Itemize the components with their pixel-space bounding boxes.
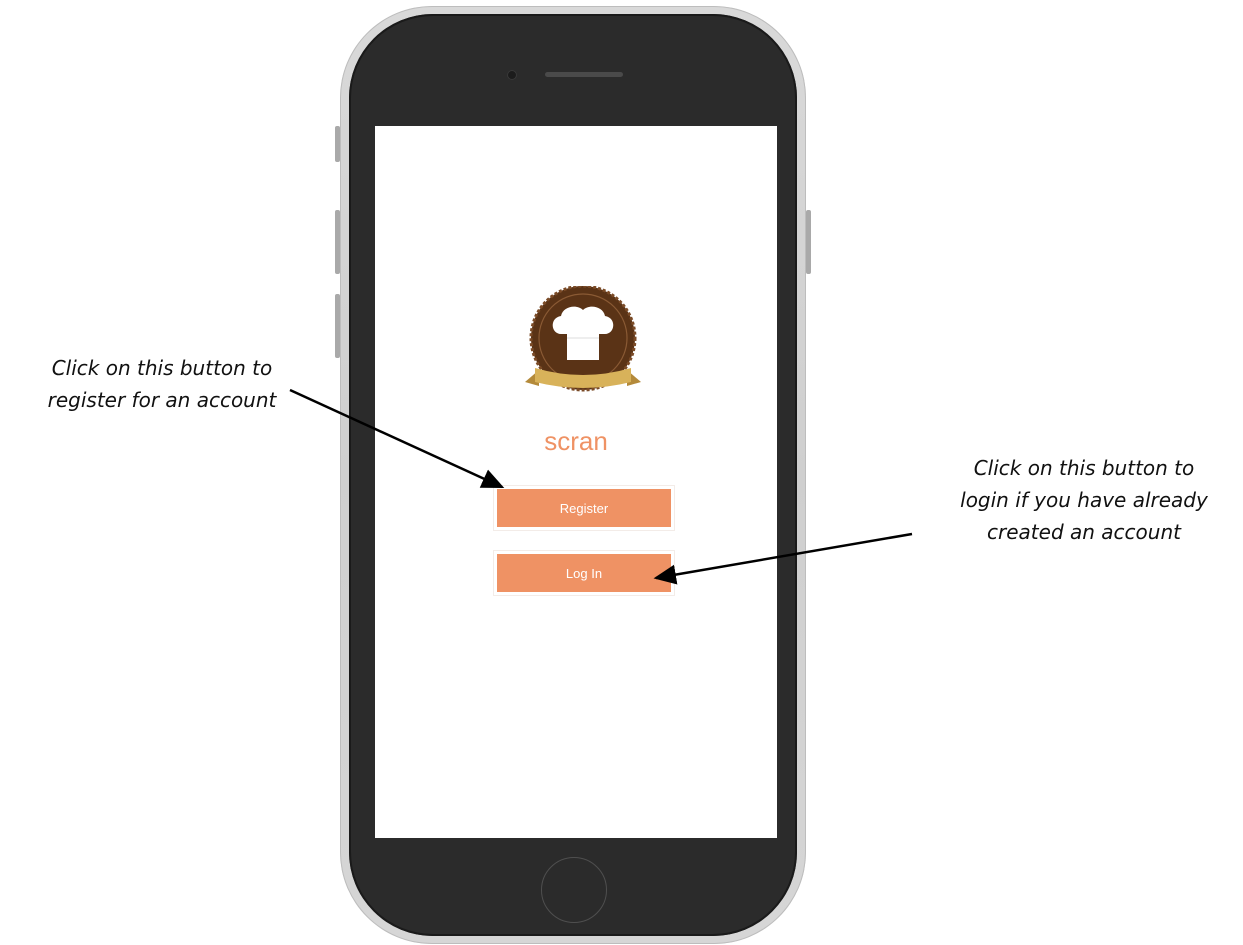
login-arrow	[653, 532, 913, 585]
register-arrow	[289, 388, 505, 489]
tutorial-stage: scran Register Log In Click on this butt…	[0, 0, 1243, 945]
annotation-arrows	[289, 388, 913, 585]
